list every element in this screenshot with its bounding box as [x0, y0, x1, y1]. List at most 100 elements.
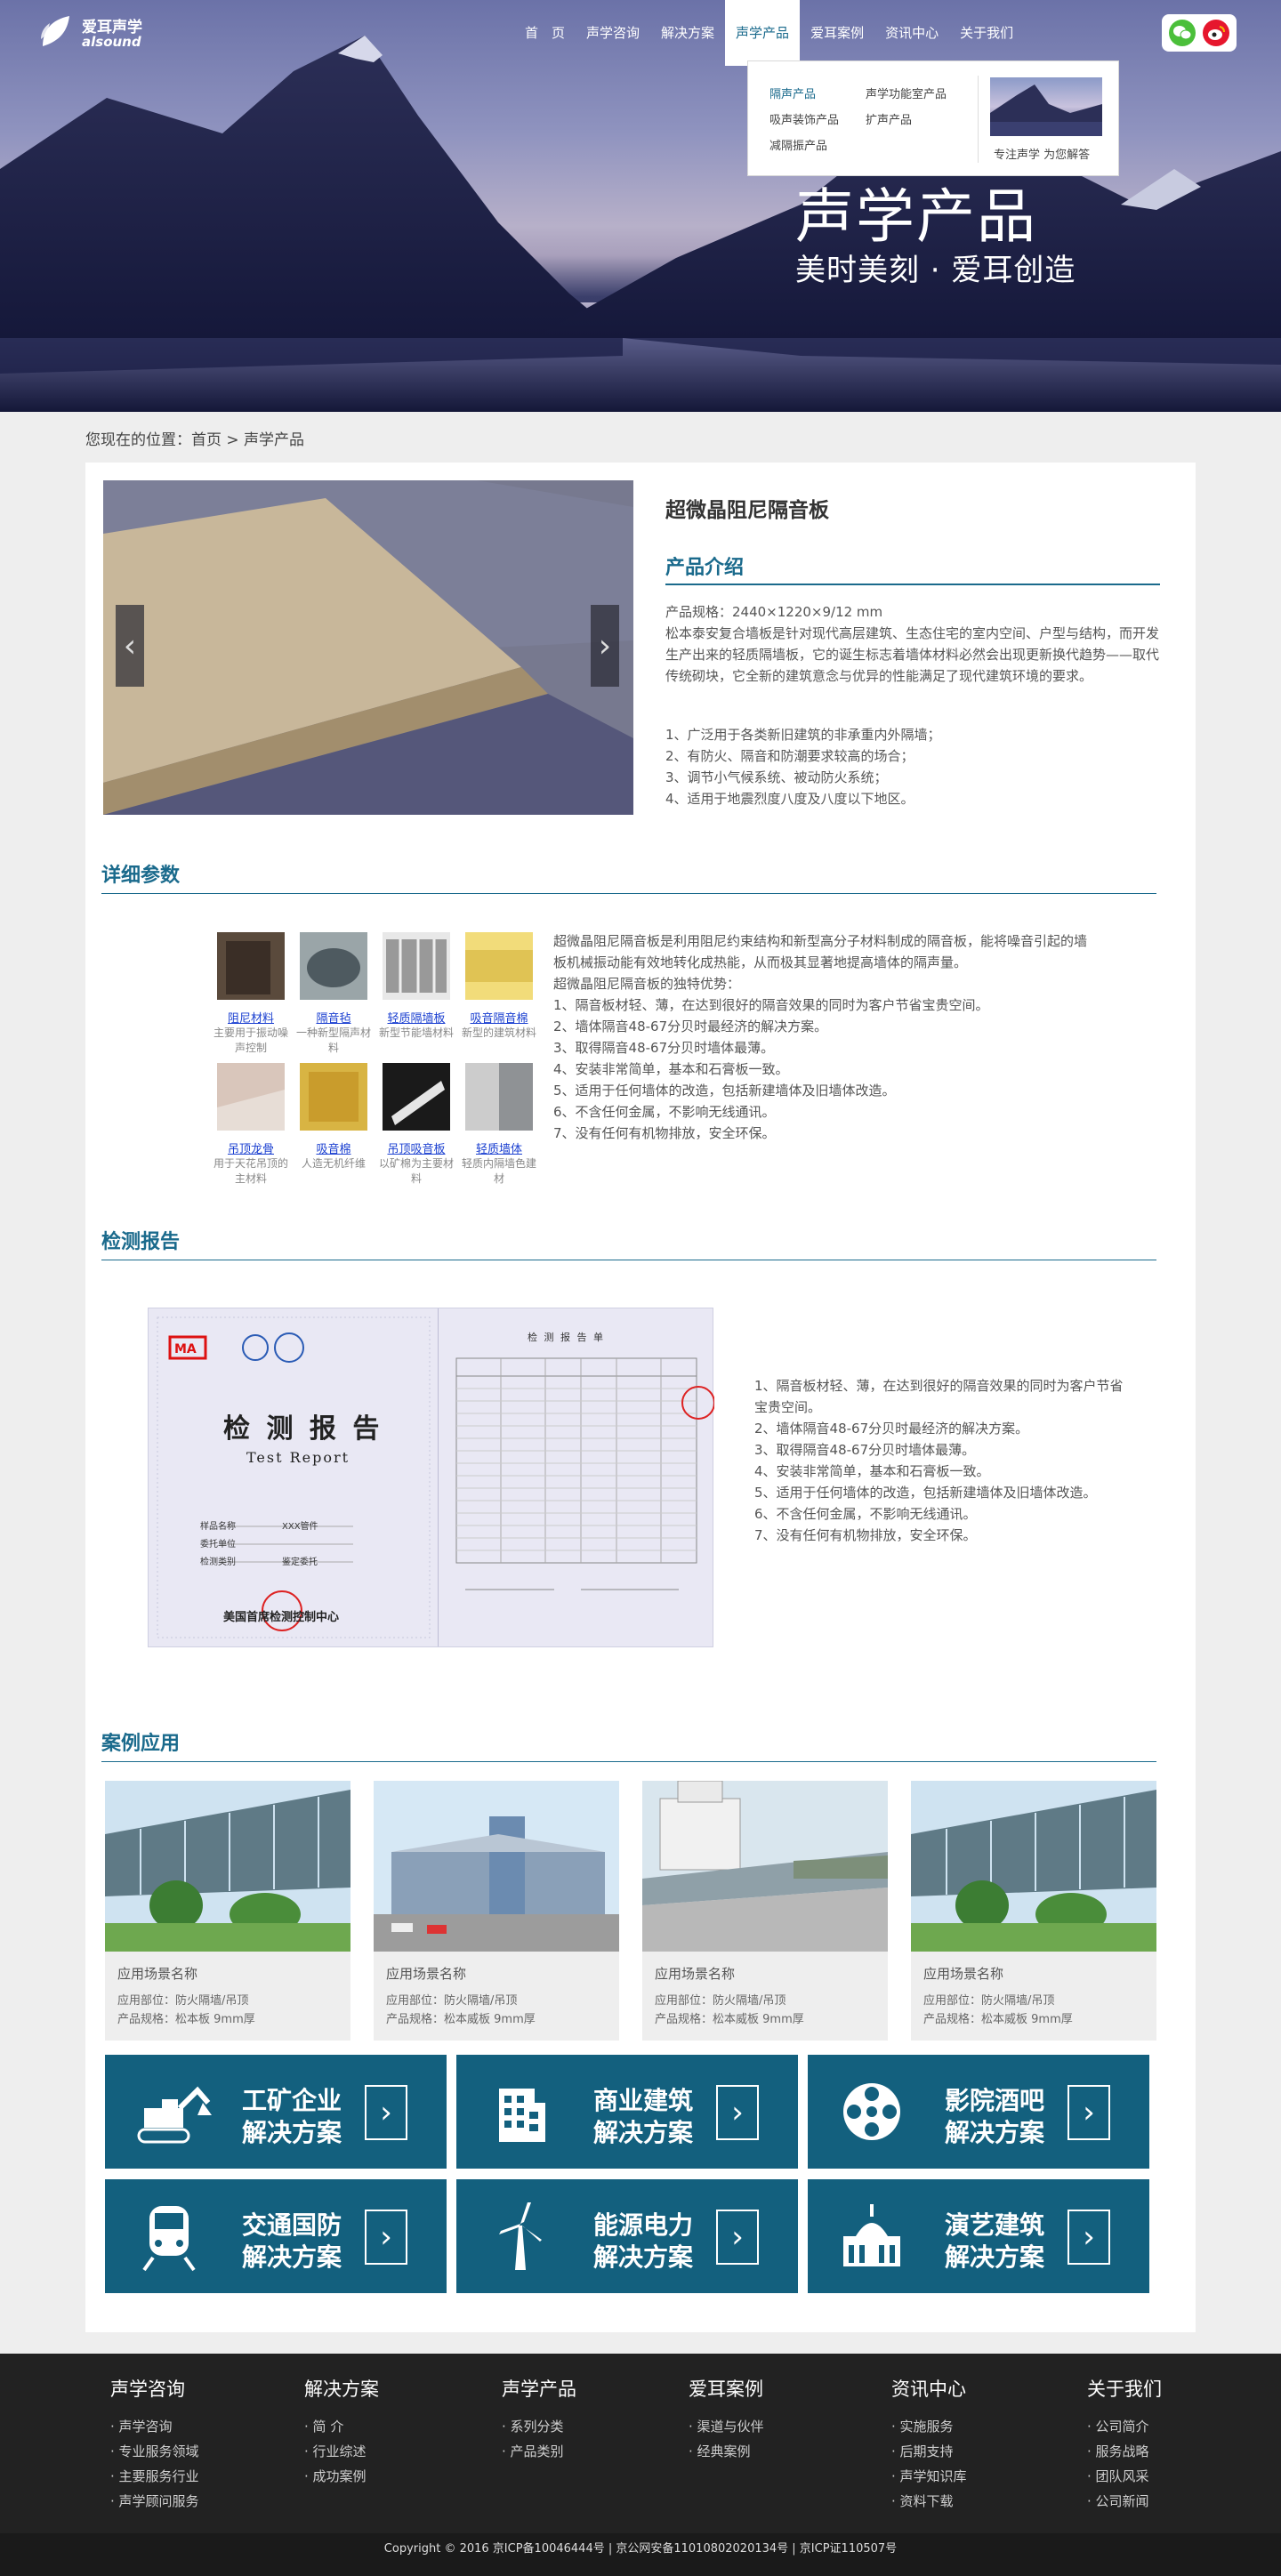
excavator-icon [137, 2086, 212, 2144]
product-photo [103, 480, 633, 815]
solution-energy[interactable]: 能源电力 解决方案 › [456, 2179, 798, 2293]
report-seals: MA [157, 1316, 431, 1638]
feature-item: 4、适用于地震烈度八度及八度以下地区。 [665, 791, 914, 807]
nav-about[interactable]: 关于我们 [949, 0, 1024, 66]
hero-subtitle: 美时美刻 · 爱耳创造 [795, 253, 1076, 288]
case-card[interactable]: 应用场景名称 应用部位：防火隔墙/吊顶 产品规格：松本板 9mm厚 [105, 1781, 350, 2041]
solutions-grid: 工矿企业 解决方案 › 商业建筑 解决方案 › 影院酒吧 解决方案 › 交通国防… [105, 2055, 1171, 2293]
case-card[interactable]: 应用场景名称 应用部位：防火隔墙/吊顶 产品规格：松本威板 9mm厚 [374, 1781, 619, 2041]
chevron-right-icon[interactable]: › [365, 2085, 407, 2140]
hero-title: 声学产品 [795, 182, 1037, 251]
material-item[interactable]: 轻质隔墙板 新型节能墙材料 [375, 932, 457, 1056]
product-spec: 产品规格：2440×1220×9/12 mm [665, 604, 883, 620]
dropdown-link-amplification[interactable]: 扩声产品 [866, 110, 962, 127]
leaf-logo-icon [41, 16, 69, 46]
nav-home[interactable]: 首 页 [514, 0, 576, 66]
report-cover: MA 检 测 报 告 Test Report 样品名称 委托单位 检测类别 XX… [149, 1308, 439, 1646]
material-item[interactable]: 阻尼材料 主要用于振动噪声控制 [210, 932, 292, 1056]
feature-item: 1、广泛用于各类新旧建筑的非承重内外隔墙； [665, 727, 941, 743]
main-nav: 首 页 声学咨询 解决方案 声学产品 爱耳案例 资讯中心 关于我们 [514, 0, 1024, 66]
intro-title: 产品介绍 [665, 557, 745, 579]
logo[interactable]: 爱耳声学 alsound [39, 9, 164, 52]
dropdown-link-absorption[interactable]: 吸声装饰产品 [769, 110, 866, 127]
solution-cinema[interactable]: 影院酒吧 解决方案 › [808, 2055, 1149, 2169]
chevron-right-icon[interactable]: › [365, 2210, 407, 2265]
intro-body: 产品规格：2440×1220×9/12 mm 松本泰安复合墙板是针对现代高层建筑… [665, 601, 1169, 687]
report-doc-title: 检 测 报 告 [223, 1413, 383, 1445]
case-photo [105, 1781, 350, 1952]
cases-divider [101, 1761, 1156, 1762]
intro-divider [665, 584, 1160, 585]
nav-products[interactable]: 声学产品 [725, 0, 801, 66]
material-item[interactable]: 吸音棉 人造无机纤维 [293, 1063, 375, 1187]
footer-col-solutions: 解决方案 · 简 介 · 行业综述 · 成功案例 [304, 2379, 379, 2484]
test-report-image[interactable]: MA 检 测 报 告 Test Report 样品名称 委托单位 检测类别 XX… [148, 1308, 714, 1647]
material-item[interactable]: 轻质墙体 轻质内隔墙色建材 [458, 1063, 540, 1187]
product-gallery: ‹ › [103, 480, 633, 815]
footer-col-news: 资讯中心 · 实施服务 · 后期支持 · 声学知识库 · 资料下载 [891, 2379, 967, 2509]
report-list: 1、隔音板材轻、薄，在达到很好的隔音效果的同时为客户节省宝贵空间。 2、墙体隔音… [754, 1378, 1124, 1543]
footer-col-consulting: 声学咨询 · 声学咨询 · 专业服务领域 · 主要服务行业 · 声学顾问服务 [110, 2379, 199, 2509]
building-icon [499, 2089, 545, 2142]
svg-text:MA: MA [174, 1342, 197, 1356]
material-item[interactable]: 吊顶龙骨 用于天花吊顶的主材料 [210, 1063, 292, 1187]
breadcrumb: 您现在的位置：首页 > 声学产品 [85, 431, 305, 449]
nav-news[interactable]: 资讯中心 [874, 0, 949, 66]
dropdown-link-vibration[interactable]: 减隔振产品 [769, 136, 866, 153]
report-title: 检测报告 [101, 1231, 181, 1253]
footer-col-products: 声学产品 · 系列分类 · 产品类别 [502, 2379, 576, 2459]
chevron-right-icon[interactable]: › [716, 2085, 759, 2140]
report-sheet-title: 检 测 报 告 单 [528, 1332, 605, 1343]
dropdown-link-sound-insulation[interactable]: 隔声产品 [769, 85, 866, 101]
case-photo [911, 1781, 1156, 1952]
details-title: 详细参数 [101, 865, 181, 887]
details-divider [101, 893, 1156, 894]
train-icon [142, 2206, 196, 2272]
product-name: 超微晶阻尼隔音板 [665, 499, 829, 522]
nav-cases[interactable]: 爱耳案例 [800, 0, 874, 66]
wechat-icon[interactable] [1169, 20, 1196, 46]
products-dropdown: 隔声产品 声学功能室产品 吸声装饰产品 扩声产品 减隔振产品 专注声学 为您解答 [747, 60, 1119, 176]
footer-col-about: 关于我们 · 公司简介 · 服务战略 · 团队风采 · 公司新闻 [1087, 2379, 1162, 2509]
footer-col-cases: 爱耳案例 · 渠道与伙伴 · 经典案例 [689, 2379, 764, 2459]
product-features: 1、广泛用于各类新旧建筑的非承重内外隔墙； 2、有防火、隔音和防潮要求较高的场合… [665, 724, 1164, 809]
feature-item: 2、有防火、隔音和防潮要求较高的场合； [665, 748, 914, 764]
weibo-icon[interactable] [1203, 20, 1229, 46]
case-card[interactable]: 应用场景名称 应用部位：防火隔墙/吊顶 产品规格：松本威板 9mm厚 [642, 1780, 888, 2041]
nav-solutions[interactable]: 解决方案 [650, 0, 725, 66]
material-item[interactable]: 吊顶吸音板 以矿棉为主要材料 [375, 1063, 457, 1187]
solution-mining[interactable]: 工矿企业 解决方案 › [105, 2055, 447, 2169]
report-sheet: 检 测 报 告 单 [439, 1308, 714, 1646]
copyright: Copyright © 2016 京ICP备10046444号 | 京公网安备1… [0, 2533, 1281, 2576]
logo-text-en: alsound [82, 34, 141, 50]
theater-icon [843, 2204, 900, 2266]
report-values: XXX管件 鉴定委托 [282, 1522, 318, 1567]
case-card[interactable]: 应用场景名称 应用部位：防火隔墙/吊顶 产品规格：松本威板 9mm厚 [911, 1781, 1156, 2041]
chevron-right-icon[interactable]: › [1068, 2210, 1110, 2265]
report-org: 美国首席检测控制中心 [223, 1611, 340, 1624]
solution-commercial[interactable]: 商业建筑 解决方案 › [456, 2055, 798, 2169]
dropdown-thumbnail[interactable] [990, 77, 1102, 136]
dropdown-link-acoustic-room[interactable]: 声学功能室产品 [866, 85, 962, 101]
chevron-right-icon[interactable]: › [716, 2210, 759, 2265]
solution-theater[interactable]: 演艺建筑 解决方案 › [808, 2179, 1149, 2293]
material-item[interactable]: 吸音隔音棉 新型的建筑材料 [458, 932, 540, 1056]
gallery-prev-button[interactable]: ‹ [116, 605, 144, 687]
gallery-next-button[interactable]: › [591, 605, 619, 687]
social-links [1162, 14, 1237, 52]
nav-consulting[interactable]: 声学咨询 [576, 0, 650, 66]
feature-item: 3、调节小气候系统、被动防火系统； [665, 769, 888, 785]
case-photo [374, 1781, 619, 1952]
product-intro: 松本泰安复合墙板是针对现代高层建筑、生态住宅的室内空间、户型与结构，而开发生产出… [665, 625, 1160, 684]
hero-banner: 爱耳声学 alsound 首 页 声学咨询 解决方案 声学产品 爱耳案例 资讯中… [0, 0, 1281, 412]
details-text: 超微晶阻尼隔音板是利用阻尼约束结构和新型高分子材料制成的隔音板，能将噪音引起的墙… [553, 933, 1088, 1141]
wind-turbine-icon [499, 2202, 542, 2270]
film-reel-icon [843, 2083, 900, 2140]
solution-transport[interactable]: 交通国防 解决方案 › [105, 2179, 447, 2293]
cases-title: 案例应用 [101, 1733, 181, 1755]
material-item[interactable]: 隔音毡 一种新型隔声材料 [293, 932, 375, 1056]
materials-grid: 阻尼材料 主要用于振动噪声控制 隔音毡 一种新型隔声材料 轻质隔墙板 新型节能墙… [210, 932, 548, 1194]
chevron-right-icon[interactable]: › [1068, 2085, 1110, 2140]
report-doc-title-en: Test Report [246, 1449, 350, 1466]
report-table [455, 1357, 714, 1590]
